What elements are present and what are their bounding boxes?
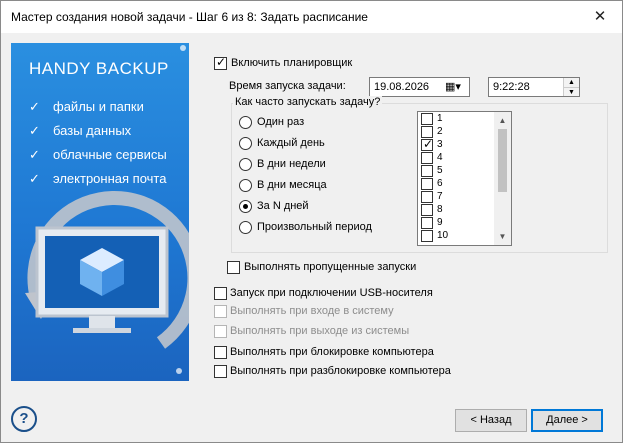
day-checkbox[interactable] <box>421 152 433 164</box>
spin-down-icon[interactable]: ▼ <box>564 87 579 96</box>
usb-trigger-label[interactable]: Запуск при подключении USB-носителя <box>230 287 433 299</box>
missed-runs-checkbox[interactable] <box>227 261 240 274</box>
login-trigger-checkbox <box>214 305 227 318</box>
promo-banner: HANDY BACKUP ✓ файлы и папки ✓ базы данных… <box>11 43 189 381</box>
brand-logo: HANDY BACKUP <box>29 59 169 78</box>
missed-runs-label[interactable]: Выполнять пропущенные запуски <box>244 261 416 273</box>
wizard-window: Мастер создания новой задачи - Шаг 6 из … <box>0 0 623 443</box>
day-checkbox[interactable]: ✓ <box>421 137 434 151</box>
time-picker[interactable]: 9:22:28 ▲ ▼ <box>488 77 580 97</box>
feature-item: ✓ базы данных <box>29 123 132 138</box>
title-bar: Мастер создания новой задачи - Шаг 6 из … <box>1 1 622 33</box>
radio-weekdays[interactable] <box>239 158 252 171</box>
logout-trigger-checkbox <box>214 325 227 338</box>
radio-selected-dot <box>243 204 248 209</box>
radio-weekdays-label[interactable]: В дни недели <box>257 158 326 170</box>
radio-monthdays[interactable] <box>239 179 252 192</box>
time-value: 9:22:28 <box>493 81 530 93</box>
list-item[interactable]: 10 <box>421 230 448 244</box>
frequency-group-title: Как часто запускать задачу? <box>233 96 383 108</box>
check-icon: ✓ <box>29 123 40 138</box>
lock-trigger-checkbox[interactable] <box>214 346 227 359</box>
logout-trigger-label: Выполнять при выходе из системы <box>230 325 410 337</box>
scrollbar-thumb[interactable] <box>498 129 507 192</box>
list-scrollbar[interactable]: ▲ ▼ <box>494 112 511 245</box>
lock-trigger-label[interactable]: Выполнять при блокировке компьютера <box>230 346 434 358</box>
back-button[interactable]: < Назад <box>455 409 527 432</box>
window-title: Мастер создания новой задачи - Шаг 6 из … <box>11 10 368 24</box>
feature-item: ✓ электронная почта <box>29 171 167 186</box>
usb-trigger-checkbox[interactable] <box>214 287 227 300</box>
list-item[interactable]: 7 <box>421 191 443 205</box>
radio-daily-label[interactable]: Каждый день <box>257 137 325 149</box>
day-checkbox[interactable] <box>421 217 433 229</box>
time-spinner[interactable]: ▲ ▼ <box>563 78 579 96</box>
check-icon: ✓ <box>29 147 40 162</box>
help-icon[interactable]: ? <box>11 406 37 432</box>
radio-every-n-days[interactable] <box>239 200 252 213</box>
next-button[interactable]: Далее > <box>531 409 603 432</box>
login-trigger-label: Выполнять при входе в систему <box>230 305 394 317</box>
check-icon: ✓ <box>29 171 40 186</box>
radio-every-n-days-label[interactable]: За N дней <box>257 200 309 212</box>
unlock-trigger-label[interactable]: Выполнять при разблокировке компьютера <box>230 365 451 377</box>
list-item[interactable]: 6 <box>421 178 443 192</box>
day-checkbox[interactable] <box>421 191 433 203</box>
radio-custom-period[interactable] <box>239 221 252 234</box>
check-icon: ✓ <box>29 99 40 114</box>
radio-daily[interactable] <box>239 137 252 150</box>
scroll-up-icon[interactable]: ▲ <box>494 112 511 129</box>
radio-monthdays-label[interactable]: В дни месяца <box>257 179 327 191</box>
list-item[interactable]: 4 <box>421 152 443 166</box>
days-listbox[interactable]: 1 2 ✓ 3 4 5 6 7 8 9 10 ▲ ▼ <box>417 111 512 246</box>
calendar-dropdown-icon[interactable]: ▦▾ <box>445 80 467 94</box>
day-checkbox[interactable] <box>421 113 433 125</box>
feature-item: ✓ облачные сервисы <box>29 147 167 162</box>
start-time-label: Время запуска задачи: <box>229 80 346 92</box>
radio-once-label[interactable]: Один раз <box>257 116 304 128</box>
list-item[interactable]: ✓ 3 <box>421 137 443 153</box>
checkmark-icon: ✓ <box>216 55 227 69</box>
checkmark-icon: ✓ <box>423 137 434 151</box>
list-item[interactable]: 9 <box>421 217 443 231</box>
scroll-down-icon[interactable]: ▼ <box>494 228 511 245</box>
unlock-trigger-checkbox[interactable] <box>214 365 227 378</box>
enable-scheduler-label[interactable]: Включить планировщик <box>231 57 352 69</box>
radio-custom-period-label[interactable]: Произвольный период <box>257 221 372 233</box>
spin-up-icon[interactable]: ▲ <box>564 78 579 87</box>
date-picker[interactable]: 19.08.2026 ▦▾ <box>369 77 470 97</box>
radio-once[interactable] <box>239 116 252 129</box>
list-item[interactable]: 1 <box>421 113 443 127</box>
day-checkbox[interactable] <box>421 165 433 177</box>
enable-scheduler-checkbox[interactable]: ✓ <box>214 55 227 70</box>
feature-list: ✓ файлы и папки ✓ базы данных ✓ облачные се… <box>29 99 167 195</box>
day-checkbox[interactable] <box>421 230 433 242</box>
feature-item: ✓ файлы и папки <box>29 99 144 114</box>
day-checkbox[interactable] <box>421 204 433 216</box>
date-value: 19.08.2026 <box>374 81 430 93</box>
backup-illustration <box>25 45 189 374</box>
close-icon[interactable]: ✕ <box>578 1 622 32</box>
list-item[interactable]: 8 <box>421 204 443 218</box>
day-checkbox[interactable] <box>421 178 433 190</box>
list-item[interactable]: 5 <box>421 165 443 179</box>
